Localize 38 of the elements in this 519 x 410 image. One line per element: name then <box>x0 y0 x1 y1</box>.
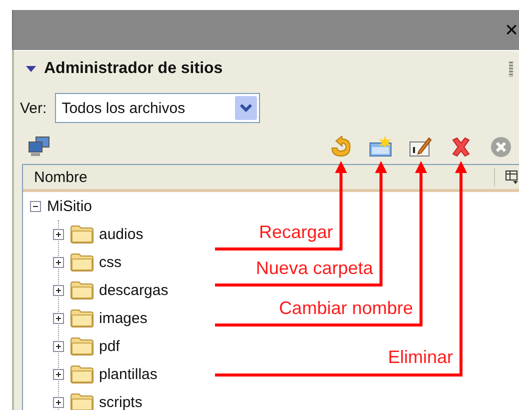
folder-icon <box>70 336 94 356</box>
site-name[interactable]: MiSitio <box>47 198 92 214</box>
collapse-icon[interactable] <box>30 200 41 212</box>
reload-icon[interactable] <box>329 136 353 158</box>
folder-icon <box>70 392 94 410</box>
view-dropdown[interactable]: Todos los archivos <box>54 93 260 123</box>
folder-icon <box>70 308 94 328</box>
computers-icon[interactable] <box>27 136 51 158</box>
column-options-icon[interactable] <box>505 170 519 184</box>
folder-name[interactable]: images <box>99 310 148 326</box>
collapse-triangle-icon[interactable] <box>26 64 36 72</box>
folder-name[interactable]: scripts <box>99 394 142 410</box>
folder-name[interactable]: descargas <box>99 282 168 298</box>
view-label: Ver: <box>20 100 47 116</box>
folder-icon <box>70 364 94 384</box>
folder-name[interactable]: css <box>99 254 122 270</box>
folder-icon <box>70 252 94 272</box>
callout-label: Recargar <box>258 223 333 241</box>
rename-icon[interactable] <box>409 136 433 158</box>
folder-name[interactable]: plantillas <box>99 366 158 382</box>
expand-icon[interactable] <box>53 284 64 296</box>
expand-icon[interactable] <box>53 340 64 352</box>
folder-name[interactable]: audios <box>99 226 144 242</box>
callout-label: Cambiar nombre <box>278 299 413 317</box>
callout-label: Eliminar <box>388 348 453 366</box>
folder-icon <box>70 280 94 300</box>
expand-icon[interactable] <box>53 228 64 240</box>
expand-icon[interactable] <box>53 312 64 324</box>
grip-icon[interactable] <box>509 60 513 76</box>
expand-icon[interactable] <box>53 256 64 268</box>
expand-icon[interactable] <box>53 368 64 380</box>
expand-icon[interactable] <box>53 396 64 408</box>
close-button[interactable]: × <box>505 19 519 41</box>
new-folder-icon[interactable] <box>369 136 393 158</box>
callout-label: Nueva carpeta <box>256 259 373 277</box>
folder-name[interactable]: pdf <box>99 338 120 354</box>
panel-title: Administrador de sitios <box>44 60 224 78</box>
folder-icon <box>70 224 94 244</box>
